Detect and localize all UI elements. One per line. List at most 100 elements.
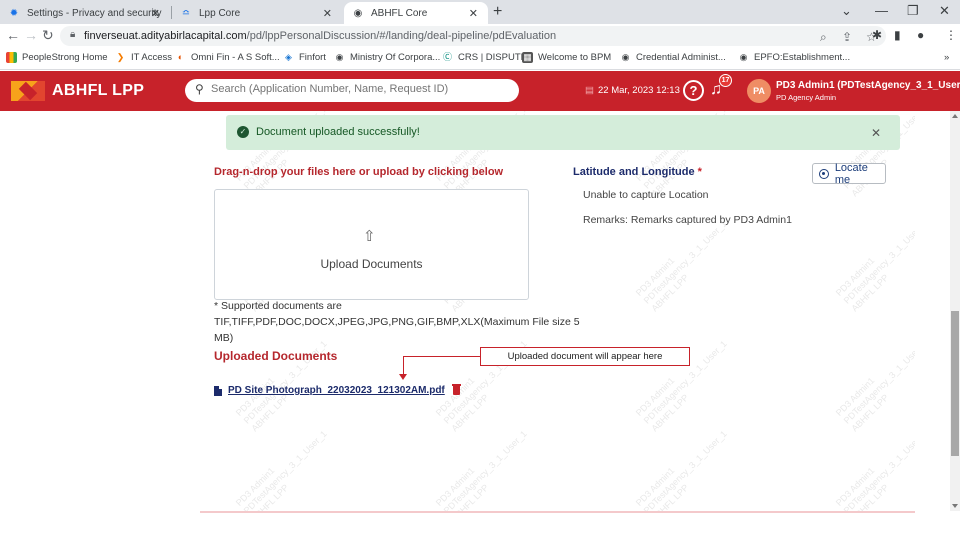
zoom-icon[interactable]: ⌕ [820, 30, 827, 45]
close-icon[interactable]: ✕ [323, 7, 332, 20]
browser-toolbar: ← → ↻ 🔒︎ finverseuat.adityabirlacapital.… [0, 24, 960, 48]
new-tab-icon[interactable]: + [493, 3, 502, 21]
success-alert: ✓ Document uploaded successfully! ✕ [226, 115, 900, 150]
forward-icon[interactable]: → [24, 27, 38, 43]
bpm-icon: ▦ [522, 52, 533, 63]
bookmark-item[interactable]: ▦ Welcome to BPM [522, 52, 611, 63]
side-panel-icon[interactable]: ▮ [894, 28, 901, 42]
latlong-label: Latitude and Longitude [573, 166, 695, 178]
file-icon [214, 385, 222, 396]
divider [200, 511, 915, 513]
locate-me-button[interactable]: Locate me [812, 161, 886, 186]
browser-tab-strip: ✹ Settings - Privacy and security ✕ ≏ Lp… [0, 0, 960, 24]
page-footer-area [0, 511, 960, 540]
annotation-callout: Uploaded document will appear here [480, 347, 690, 366]
bookmark-item[interactable]: ◉ Ministry Of Corpora... [334, 52, 441, 63]
close-icon[interactable]: ✕ [469, 7, 478, 20]
latlong-title: Latitude and Longitude * [573, 166, 702, 178]
bookmark-label: Ministry Of Corpora... [350, 52, 441, 63]
main-content: PD3 Admin1 PDTestAgency_3_1_User_1 ABHFL L… [0, 111, 950, 511]
help-icon[interactable]: ? [683, 80, 704, 101]
tab-title: ABHFL Core [371, 7, 428, 19]
globe-icon: ◉ [739, 52, 748, 62]
bookmark-item[interactable]: Ⓒ CRS | DISPUTE [442, 52, 527, 63]
required-marker: * [697, 166, 702, 178]
gear-icon: ✹ [9, 7, 19, 19]
profile-icon[interactable]: ● [917, 28, 924, 42]
bookmark-label: EPFO:Establishment... [754, 52, 851, 63]
extensions-icon[interactable]: ✱ [872, 28, 882, 42]
globe-icon: ◉ [335, 52, 344, 62]
url-path: /pd/lppPersonalDiscussion/#/landing/deal… [246, 30, 557, 42]
reload-icon[interactable]: ↻ [42, 27, 54, 44]
search-icon: ⚲ [195, 82, 204, 96]
crs-icon: Ⓒ [442, 52, 452, 62]
close-window-icon[interactable]: ✕ [939, 3, 950, 19]
header-datetime: ▤ 22 Mar, 2023 12:13 [585, 85, 680, 96]
trash-icon[interactable] [451, 384, 461, 395]
bookmarks-bar: PeopleStrong Home ❯ IT Access ◐ Omni Fin -… [0, 48, 960, 70]
close-icon[interactable]: ✕ [871, 126, 881, 140]
remarks-text: Remarks: Remarks captured by PD3 Admin1 [583, 214, 792, 226]
annotation-connector [403, 356, 404, 376]
globe-icon: ◉ [621, 52, 630, 62]
upload-dropzone[interactable]: ⇧ Upload Documents [214, 189, 529, 300]
bookmark-item[interactable]: ◈ Finfort [283, 52, 326, 63]
lock-icon: 🔒︎ [70, 29, 76, 40]
tab-lpp-core[interactable]: ≏ Lpp Core ✕ [172, 2, 342, 24]
brand-title: ABHFL LPP [52, 82, 145, 99]
address-bar[interactable]: 🔒︎ finverseuat.adityabirlacapital.com/pd… [60, 26, 886, 46]
minimize-icon[interactable]: — [875, 3, 888, 18]
menu-icon[interactable]: ⋮ [945, 28, 957, 42]
bookmark-label: Credential Administ... [636, 52, 726, 63]
dropzone-title: Drag-n-drop your files here or upload by… [214, 166, 504, 178]
locate-label: Locate me [834, 161, 868, 186]
annotation-connector [403, 356, 480, 357]
back-icon[interactable]: ← [6, 27, 20, 43]
omnifin-icon: ◐ [177, 52, 184, 62]
url-host: finverseuat.adityabirlacapital.com [84, 30, 247, 42]
tab-settings[interactable]: ✹ Settings - Privacy and security ✕ [0, 2, 170, 24]
avatar[interactable]: PA [747, 79, 771, 103]
scroll-down-icon[interactable] [952, 504, 958, 508]
abhfl-logo-icon [11, 81, 45, 101]
bookmark-label: PeopleStrong Home [22, 52, 108, 63]
chevron-down-icon[interactable]: ⌄ [841, 3, 852, 19]
calendar-icon: ▤ [585, 85, 594, 96]
bookmark-item[interactable]: ❯ IT Access [115, 52, 172, 63]
tab-abhfl-core[interactable]: ◉ ABHFL Core ✕ [344, 2, 488, 24]
more-bookmarks-icon[interactable]: » [944, 52, 949, 63]
bookmark-item[interactable]: PeopleStrong Home [6, 52, 108, 63]
bookmark-label: CRS | DISPUTE [458, 52, 527, 63]
share-icon[interactable]: ⇪ [842, 30, 852, 44]
close-icon[interactable]: ✕ [151, 7, 160, 20]
scroll-up-icon[interactable] [952, 114, 958, 118]
it-access-icon: ❯ [116, 52, 125, 62]
app-header: ABHFL LPP ⚲ ▤22 Mar, 2023 12:13 ? ♫ 17 P… [0, 71, 960, 111]
arrow-down-icon [399, 374, 407, 380]
bookmark-item[interactable]: ◐ Omni Fin - A S Soft... [175, 52, 280, 63]
uploaded-file-link[interactable]: PD Site Photograph_22032023_121302AM.pdf [228, 385, 445, 396]
tab-title: Lpp Core [199, 7, 241, 19]
peoplestrong-icon [6, 52, 17, 63]
restore-icon[interactable]: ❐ [907, 3, 919, 19]
bookmark-item[interactable]: ◉ Credential Administ... [620, 52, 726, 63]
user-role: PD Agency Admin [776, 93, 837, 102]
check-circle-icon: ✓ [237, 126, 249, 138]
upload-label: Upload Documents [320, 257, 423, 271]
search-input[interactable] [211, 83, 511, 95]
global-search[interactable]: ⚲ [185, 79, 519, 102]
bookmark-label: Finfort [299, 52, 326, 63]
target-icon [819, 168, 829, 179]
finfort-icon: ◈ [285, 52, 292, 62]
user-name[interactable]: PD3 Admin1 (PDTestAgency_3_1_User_ [776, 80, 960, 91]
scrollbar-thumb[interactable] [951, 311, 959, 456]
tab-title: Settings - Privacy and security [27, 7, 162, 19]
bookmark-item[interactable]: ◉ EPFO:Establishment... [738, 52, 851, 63]
bookmark-label: IT Access [131, 52, 173, 63]
page-scrollbar[interactable] [950, 111, 960, 511]
lpp-icon: ≏ [181, 7, 191, 19]
globe-icon: ◉ [353, 7, 363, 19]
supported-docs-text: * Supported documents are TIF,TIFF,PDF,D… [214, 300, 580, 344]
alert-message: Document uploaded successfully! [256, 126, 420, 138]
